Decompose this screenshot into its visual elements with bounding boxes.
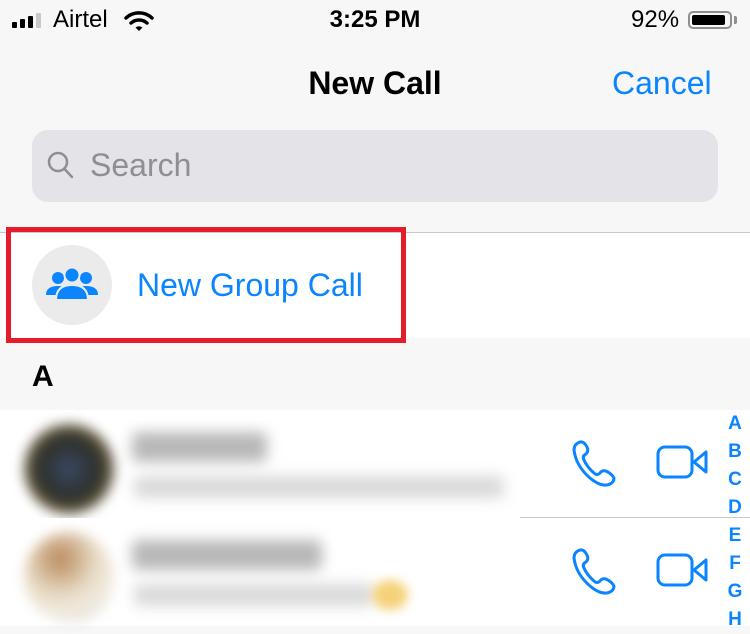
search-input[interactable] [90, 144, 690, 186]
contact-subtitle: (blurred) [134, 476, 504, 498]
contact-name: (blurred) [132, 540, 322, 570]
search-bar[interactable] [32, 130, 718, 202]
index-letter-e[interactable]: E [729, 522, 742, 550]
avatar [24, 424, 114, 514]
section-index[interactable]: A B C D E F G H [722, 410, 748, 634]
video-call-icon[interactable] [656, 553, 710, 592]
voice-call-icon[interactable] [570, 438, 618, 495]
video-call-icon[interactable] [656, 445, 710, 484]
avatar [24, 532, 114, 622]
index-letter-b[interactable]: B [728, 438, 742, 466]
battery-icon [688, 11, 732, 29]
index-letter-g[interactable]: G [728, 578, 743, 606]
index-letter-d[interactable]: D [728, 494, 742, 522]
status-bar: Airtel 3:25 PM 92% [0, 0, 750, 40]
contact-name: (blurred) [132, 432, 267, 462]
battery-percent: 92% [631, 6, 680, 33]
contact-row[interactable]: (blurred) (blurred) [0, 410, 750, 518]
index-letter-f[interactable]: F [729, 550, 741, 578]
emoji-icon [372, 580, 408, 610]
cancel-button[interactable]: Cancel [612, 65, 712, 102]
voice-call-icon[interactable] [570, 546, 618, 603]
battery-tip [734, 16, 737, 24]
section-header: A [32, 360, 54, 393]
contact-row[interactable]: (blurred) (blurred) [0, 518, 750, 626]
highlight-box [6, 227, 406, 343]
search-icon [46, 150, 76, 187]
contact-subtitle: (blurred) [134, 584, 374, 606]
index-letter-c[interactable]: C [728, 466, 742, 494]
index-letter-h[interactable]: H [728, 606, 742, 634]
index-letter-a[interactable]: A [728, 410, 742, 438]
